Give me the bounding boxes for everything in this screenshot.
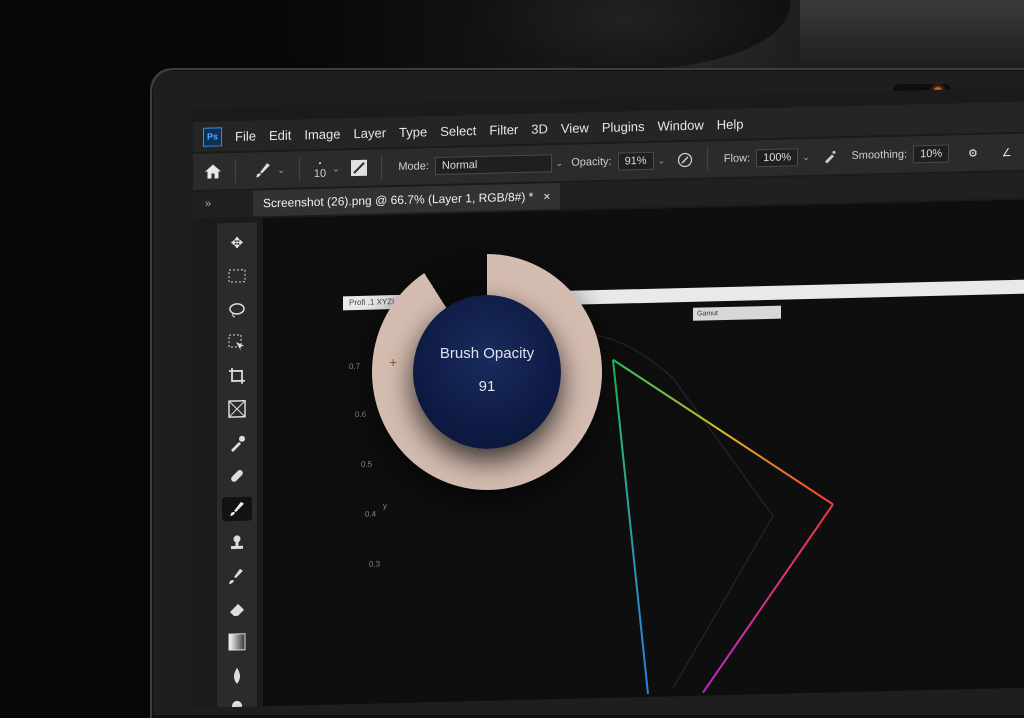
photoshop-logo[interactable]: Ps (203, 126, 222, 147)
smoothing-input[interactable]: 10% (913, 144, 950, 164)
brush-opacity-value: 91 (478, 378, 496, 395)
healing-icon[interactable] (222, 463, 252, 488)
brush-size-value: 10 (313, 167, 327, 181)
menu-view[interactable]: View (561, 120, 589, 136)
menu-help[interactable]: Help (717, 116, 744, 132)
mode-label: Mode: (398, 160, 429, 173)
menu-filter[interactable]: Filter (489, 122, 518, 138)
flow-label: Flow: (723, 152, 751, 166)
opacity-label: Opacity: (571, 155, 612, 169)
crosshair-icon: + (389, 354, 398, 370)
chevron-down-icon[interactable]: ⌄ (802, 151, 810, 162)
lasso-icon[interactable] (222, 297, 252, 322)
menu-image[interactable]: Image (304, 126, 340, 142)
marquee-icon[interactable] (222, 264, 252, 289)
collapse-panels-icon[interactable]: » (205, 198, 211, 210)
chevron-down-icon[interactable]: ⌄ (332, 163, 340, 174)
gradient-icon[interactable] (222, 630, 252, 655)
brush-opacity-hud: Brush Opacity 91 (413, 295, 561, 449)
menu-select[interactable]: Select (440, 123, 476, 139)
brush-opacity-label: Brush Opacity (439, 345, 535, 362)
dodge-icon[interactable] (222, 696, 252, 708)
brush-icon[interactable] (222, 496, 252, 522)
brush-preset-icon[interactable] (250, 157, 278, 184)
document-tab-title: Screenshot (26).png @ 66.7% (Layer 1, RG… (263, 189, 534, 211)
close-icon[interactable]: × (543, 189, 550, 203)
divider (234, 158, 236, 183)
divider (298, 157, 300, 182)
tools-panel: ✥ (217, 222, 257, 708)
divider (381, 155, 383, 180)
chevron-down-icon[interactable]: ⌄ (277, 164, 285, 175)
menu-plugins[interactable]: Plugins (602, 118, 645, 134)
crop-icon[interactable] (222, 364, 252, 389)
menu-edit[interactable]: Edit (269, 127, 291, 143)
chevron-down-icon[interactable]: ⌄ (658, 155, 666, 166)
photoshop-window: Ps File Edit Image Layer Type Select Fil… (193, 86, 1024, 708)
gamut-edge (612, 358, 834, 506)
eyedropper-icon[interactable] (222, 430, 252, 455)
brush-settings-icon[interactable] (346, 155, 374, 182)
opacity-input[interactable]: 91% (617, 151, 654, 171)
airbrush-icon[interactable] (816, 143, 844, 170)
flow-input[interactable]: 100% (756, 148, 799, 168)
pressure-opacity-icon[interactable] (671, 147, 699, 174)
stamp-icon[interactable] (222, 530, 252, 555)
gamut-edge (612, 359, 649, 695)
gamut-edge (702, 503, 834, 694)
brush-size-picker[interactable]: • 10 (314, 158, 326, 180)
angle-icon[interactable]: ∠ (993, 139, 1021, 166)
chevron-down-icon[interactable]: ⌄ (556, 157, 564, 168)
mode-select[interactable]: Normal (434, 154, 552, 176)
menu-3d[interactable]: 3D (531, 121, 548, 136)
blur-icon[interactable] (222, 663, 252, 688)
smoothing-label: Smoothing: (851, 148, 908, 162)
move-icon[interactable]: ✥ (222, 231, 252, 256)
divider (706, 147, 708, 172)
smoothing-settings-gear-icon[interactable]: ⚙ (959, 140, 987, 167)
history-brush-icon[interactable] (222, 563, 252, 588)
frame-icon[interactable] (222, 397, 252, 422)
menu-type[interactable]: Type (399, 124, 427, 140)
canvas-area[interactable]: Profi .1 XYZLUT+MTX Gamut 0.7 0.6 0.5 0.… (263, 198, 1024, 708)
object-select-icon[interactable] (222, 330, 252, 355)
eraser-icon[interactable] (222, 596, 252, 621)
menu-window[interactable]: Window (657, 117, 703, 133)
menu-layer[interactable]: Layer (354, 125, 387, 141)
home-icon[interactable] (199, 158, 227, 185)
menu-file[interactable]: File (235, 128, 256, 144)
